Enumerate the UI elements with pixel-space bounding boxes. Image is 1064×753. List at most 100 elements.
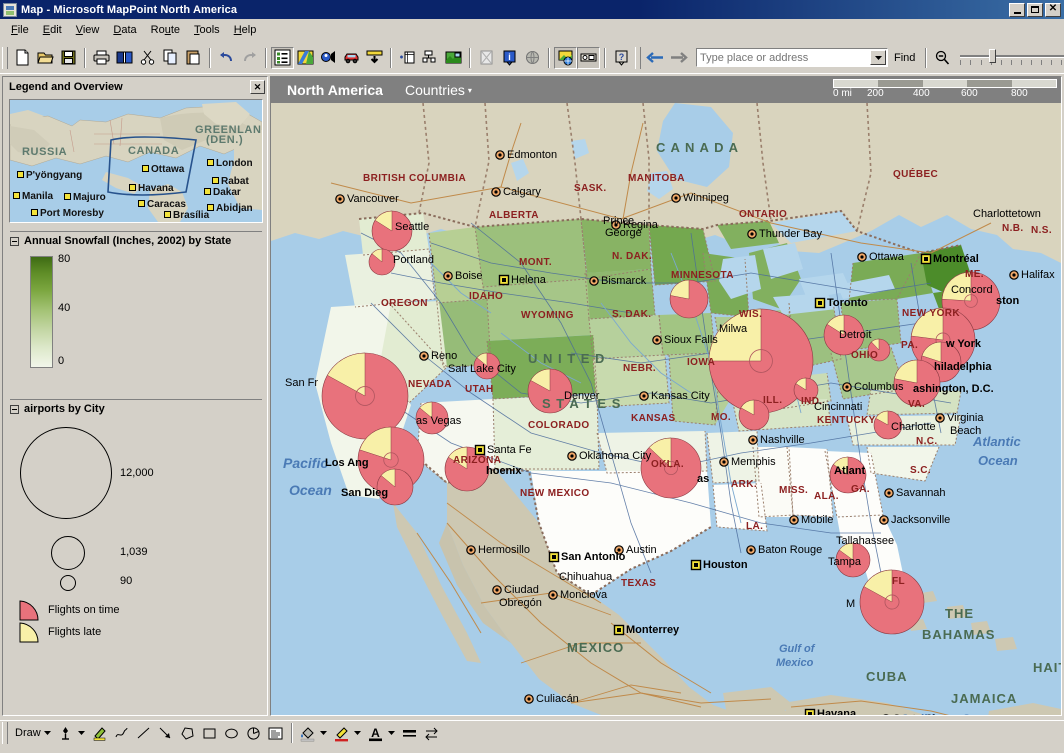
size-label-large: 12,000 (120, 467, 154, 479)
pie-shape-icon[interactable] (243, 723, 265, 744)
find-input-wrap[interactable] (696, 48, 888, 67)
toolbar-separator-2 (209, 47, 211, 68)
export-icon[interactable] (475, 47, 498, 69)
pan-icon[interactable] (554, 46, 577, 69)
airports-collapse-icon[interactable] (10, 404, 19, 414)
measure-icon[interactable] (577, 46, 600, 69)
line-color-caret-icon[interactable] (353, 730, 361, 737)
maximize-button[interactable] (1027, 2, 1043, 17)
airport-pie-denver[interactable] (527, 368, 573, 414)
airport-pie-cleveland[interactable] (867, 338, 891, 362)
snowfall-legend-header[interactable]: Annual Snowfall (Inches, 2002) by State (8, 232, 264, 250)
cut-icon[interactable] (136, 47, 159, 69)
zoom-slider[interactable] (956, 47, 1064, 69)
polygon-icon[interactable] (177, 723, 199, 744)
size-label-medium: 1,039 (120, 546, 148, 558)
airport-pie-las-vegas[interactable] (415, 401, 449, 435)
select-caret-icon[interactable] (77, 730, 85, 737)
font-color-icon[interactable]: A (365, 723, 387, 744)
airport-pie-san-diego[interactable] (376, 468, 414, 506)
airport-pie-washington-dc[interactable] (893, 359, 941, 407)
freeform-icon[interactable] (111, 723, 133, 744)
find-nearby-icon[interactable] (317, 47, 340, 69)
new-icon[interactable] (11, 47, 34, 69)
line-icon[interactable] (133, 723, 155, 744)
territory-icon[interactable] (442, 47, 465, 69)
undo-icon[interactable] (215, 47, 238, 69)
airport-pie-tampa[interactable] (835, 542, 871, 578)
rectangle-icon[interactable] (199, 723, 221, 744)
legend-overview-icon[interactable] (271, 46, 294, 69)
airports-legend-header[interactable]: airports by City (8, 400, 264, 418)
legend-pane-close-icon[interactable]: ✕ (250, 80, 265, 94)
airport-pie-detroit[interactable] (823, 314, 865, 356)
print-icon[interactable] (90, 47, 113, 69)
help-icon[interactable]: ? (610, 47, 633, 69)
drawbar-grip[interactable] (2, 722, 8, 744)
map-styles-icon[interactable] (294, 47, 317, 69)
airport-pie-salt-lake-city[interactable] (473, 352, 501, 380)
draw-menu-caret-icon[interactable] (43, 730, 51, 737)
ellipse-icon[interactable] (221, 723, 243, 744)
route-planner-icon[interactable] (363, 47, 386, 69)
drawing-toolbar: Draw A (0, 720, 1064, 745)
open-icon[interactable] (34, 47, 57, 69)
menu-route[interactable]: Route (144, 22, 187, 38)
airport-pie-charlotte[interactable] (873, 410, 903, 440)
minimize-button[interactable] (1009, 2, 1025, 17)
airport-pie-st-louis[interactable] (738, 399, 770, 431)
select-objects-icon[interactable] (55, 723, 77, 744)
line-color-icon[interactable] (331, 723, 353, 744)
forward-icon[interactable] (667, 47, 690, 69)
airport-pie-san-francisco[interactable] (321, 352, 409, 440)
back-icon[interactable] (644, 47, 667, 69)
menu-edit[interactable]: Edit (36, 22, 69, 38)
fill-color-icon[interactable] (297, 723, 319, 744)
text-box-icon[interactable] (265, 723, 287, 744)
arrow-style-icon[interactable] (421, 723, 443, 744)
airport-pie-dallas[interactable] (640, 437, 702, 499)
menu-file[interactable]: FFileile (4, 22, 36, 38)
menu-help[interactable]: Help (227, 22, 264, 38)
find-dropdown-button[interactable] (870, 50, 886, 65)
highlighter-icon[interactable] (89, 723, 111, 744)
save-icon[interactable] (57, 47, 80, 69)
arrow-icon[interactable] (155, 723, 177, 744)
find-label[interactable]: Find (894, 52, 915, 64)
zoom-slider-thumb[interactable] (989, 48, 997, 63)
add-pushpin-icon[interactable] (396, 47, 419, 69)
font-color-caret-icon[interactable] (387, 730, 395, 737)
airport-pie-atlanta[interactable] (829, 456, 867, 494)
menu-tools[interactable]: Tools (187, 22, 227, 38)
paste-icon[interactable] (182, 47, 205, 69)
redo-icon[interactable] (238, 47, 261, 69)
overview-region-label: (DEN.) (206, 134, 244, 146)
airport-pie-minneapolis[interactable] (669, 279, 709, 319)
menu-view[interactable]: View (69, 22, 107, 38)
snowfall-collapse-icon[interactable] (10, 236, 19, 246)
zoom-out-icon[interactable] (931, 47, 954, 69)
data-mapping-icon[interactable] (419, 47, 442, 69)
overview-map[interactable]: RUSSIA CANADA GREENLAND (DEN.) P'yöngyang Man… (9, 99, 263, 223)
drive-icon[interactable] (340, 47, 363, 69)
airport-pie-portland[interactable] (368, 248, 396, 276)
globe-icon[interactable] (521, 47, 544, 69)
status-bar (0, 745, 1064, 753)
airport-pie-seattle[interactable] (371, 210, 413, 252)
toolbar-grip[interactable] (2, 46, 8, 69)
copy-icon[interactable] (159, 47, 182, 69)
airport-pie-miami[interactable] (859, 569, 925, 635)
airport-pie-cincinnati[interactable] (793, 377, 819, 403)
map-pane[interactable]: North America Countries ▾ 0 mi 200 400 6… (270, 76, 1062, 716)
close-button[interactable]: ✕ (1045, 2, 1061, 17)
toolbar-grip-2[interactable] (635, 46, 641, 69)
fill-color-caret-icon[interactable] (319, 730, 327, 737)
map-canvas[interactable]: Pacific Ocean Atlantic Ocean Gulf of Mexico Ca… (271, 103, 1061, 715)
draw-menu-button[interactable]: Draw (15, 727, 41, 739)
find-input[interactable] (697, 49, 870, 66)
info-icon[interactable]: i (498, 47, 521, 69)
line-style-icon[interactable] (399, 723, 421, 744)
menu-data[interactable]: Data (106, 22, 143, 38)
map-layer-dropdown[interactable]: Countries ▾ (405, 82, 472, 98)
book-icon[interactable] (113, 47, 136, 69)
